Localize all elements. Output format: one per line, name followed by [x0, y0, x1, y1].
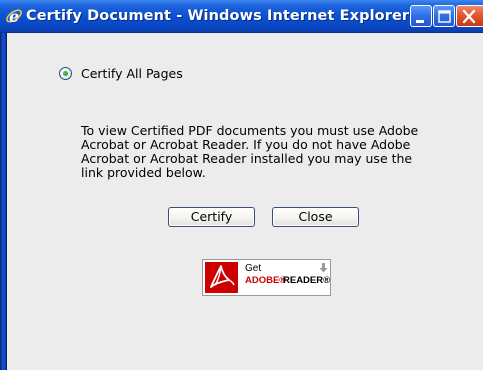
- adobe-logo-icon: [205, 262, 238, 293]
- adobe-get-text: Get: [245, 263, 262, 274]
- dialog-content: Certify All Pages To view Certified PDF …: [7, 33, 483, 370]
- ie-window: e Certify Document - Windows Internet Ex…: [0, 0, 483, 370]
- adobe-brand-text: ADOBE®: [245, 275, 287, 286]
- certify-button[interactable]: Certify: [168, 207, 255, 227]
- ie-icon[interactable]: e: [5, 7, 23, 26]
- certify-all-pages-radio[interactable]: [59, 67, 72, 80]
- info-text: To view Certified PDF documents you must…: [81, 124, 481, 180]
- adobe-product-text: READER®: [283, 275, 331, 286]
- get-adobe-reader-link[interactable]: Get ADOBE® READER®: [202, 259, 331, 296]
- certify-all-pages-label[interactable]: Certify All Pages: [81, 66, 183, 81]
- info-line: To view Certified PDF documents you must…: [81, 123, 419, 138]
- close-button[interactable]: [456, 5, 483, 27]
- info-line: Acrobat or Acrobat Reader. If you do not…: [81, 137, 411, 152]
- close-icon: [462, 9, 476, 24]
- minimize-icon: [416, 20, 424, 23]
- title-bar[interactable]: e Certify Document - Windows Internet Ex…: [0, 0, 483, 33]
- info-line: link provided below.: [81, 165, 206, 180]
- download-arrow-icon: [319, 263, 328, 273]
- minimize-button[interactable]: [410, 5, 432, 27]
- close-dialog-button[interactable]: Close: [272, 207, 359, 227]
- window-title: Certify Document - Windows Internet Expl…: [26, 8, 410, 24]
- svg-text:e: e: [9, 7, 19, 25]
- maximize-button[interactable]: [433, 5, 455, 27]
- radio-selected-dot: [63, 71, 68, 76]
- maximize-icon: [438, 10, 451, 23]
- info-line: Acrobat or Acrobat Reader installed you …: [81, 151, 413, 166]
